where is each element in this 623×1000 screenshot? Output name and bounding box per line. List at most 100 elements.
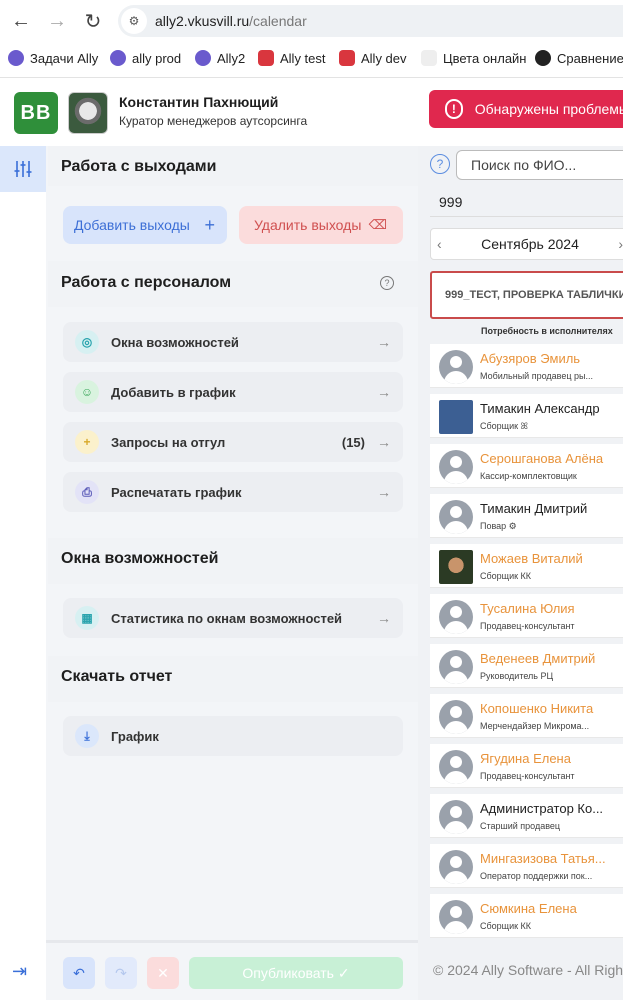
eraser-icon: ⌫ bbox=[368, 217, 387, 232]
employee-name: Мингазизова Татья... bbox=[480, 851, 606, 866]
chevron-left-icon[interactable]: ‹ bbox=[437, 236, 442, 252]
avatar bbox=[439, 550, 473, 584]
staff-action-label: Запросы на отгул bbox=[111, 434, 226, 450]
needs-label: Потребность в исполнителях bbox=[481, 326, 613, 336]
sliders-icon[interactable] bbox=[0, 146, 46, 192]
bookmark-item[interactable]: Ally2 bbox=[195, 47, 245, 69]
ally-icon bbox=[195, 50, 211, 66]
bookmark-item[interactable]: Сравнение т bbox=[535, 47, 623, 69]
employee-row[interactable]: Тимакин Дмитрий Повар ⚙ bbox=[430, 494, 623, 538]
store-card[interactable]: 999_ТЕСТ, ПРОВЕРКА ТАБЛИЧКИ bbox=[430, 271, 623, 319]
staff-action-label: Окна возможностей bbox=[111, 334, 239, 350]
undo-button[interactable]: ↶ bbox=[63, 957, 95, 989]
windows-statistics-label: Статистика по окнам возможностей bbox=[111, 610, 343, 626]
avatar bbox=[439, 350, 473, 384]
site-info-icon[interactable]: ⚙ bbox=[121, 8, 147, 34]
forward-icon[interactable]: → bbox=[42, 6, 72, 36]
section-title-staff: Работа с персоналом bbox=[61, 274, 232, 291]
employee-role: Продавец-консультант bbox=[480, 771, 575, 781]
bookmark-item[interactable]: ally prod bbox=[110, 47, 181, 69]
warning-icon: ! bbox=[445, 99, 463, 119]
alert-label: Обнаружены проблемы bbox=[474, 101, 623, 117]
bookmark-item[interactable]: Ally dev bbox=[339, 47, 407, 69]
employee-row[interactable]: Можаев ВиталийСборщик КК2 bbox=[430, 544, 623, 588]
employee-row[interactable]: Администратор Ко... Старший продавец bbox=[430, 794, 623, 838]
avatar bbox=[439, 650, 473, 684]
problems-alert-button[interactable]: ! Обнаружены проблемы bbox=[429, 90, 623, 128]
bookmark-item[interactable]: Задачи Ally bbox=[8, 47, 98, 69]
chevron-right-icon[interactable]: › bbox=[618, 236, 623, 252]
avatar bbox=[439, 700, 473, 734]
employee-row[interactable]: Тусалина Юлия Продавец-консультант bbox=[430, 594, 623, 638]
bookmark-item[interactable]: Ally test bbox=[258, 47, 326, 69]
bookmark-item[interactable]: Цвета онлайн bbox=[421, 47, 527, 69]
employee-row[interactable]: Абузяров Эмиль Мобильный продавец ры... bbox=[430, 344, 623, 388]
section-title-windows: Окна возможностей bbox=[61, 550, 219, 567]
redo-button[interactable]: ↷ bbox=[105, 957, 137, 989]
avatar[interactable] bbox=[68, 92, 108, 134]
avatar bbox=[439, 750, 473, 784]
ally-icon bbox=[8, 50, 24, 66]
staff-action-item[interactable]: + Запросы на отгул (15) → bbox=[63, 422, 403, 462]
address-bar[interactable]: ⚙ ally2.vkusvill.ru/calendar bbox=[118, 5, 623, 37]
lifebuoy-icon: ◎ bbox=[75, 330, 99, 354]
delete-shifts-label: Удалить выходы bbox=[254, 217, 362, 233]
employee-row[interactable]: Копошенко Никита Мерчендайзер Микрома... bbox=[430, 694, 623, 738]
reload-icon[interactable]: ↻ bbox=[78, 6, 108, 36]
bookmark-label: Ally test bbox=[280, 50, 326, 66]
printer-icon: ⎙ bbox=[75, 480, 99, 504]
employee-name: Тимакин Александр bbox=[480, 401, 600, 416]
employee-row[interactable]: Тимакин Александр Сборщик ꕤ bbox=[430, 394, 623, 438]
staff-action-item[interactable]: ⎙ Распечатать график → bbox=[63, 472, 403, 512]
employee-row[interactable]: Ягудина ЕленаПродавец-консультант1 bbox=[430, 744, 623, 788]
staff-action-item[interactable]: ☺ Добавить в график → bbox=[63, 372, 403, 412]
staff-action-item[interactable]: ◎ Окна возможностей → bbox=[63, 322, 403, 362]
left-rail: ⇥ bbox=[0, 146, 46, 1000]
plus-icon: + bbox=[204, 214, 215, 235]
user-icon: ☺ bbox=[75, 380, 99, 404]
employee-role: Руководитель РЦ bbox=[480, 671, 554, 681]
cancel-button[interactable]: ✕ bbox=[147, 957, 179, 989]
bookmark-label: Задачи Ally bbox=[30, 50, 99, 66]
employee-row[interactable]: Серошганова Алёна Кассир-комплектовщик bbox=[430, 444, 623, 488]
actions-panel: Работа с выходами Добавить выходы + Удал… bbox=[46, 146, 418, 1000]
avatar bbox=[439, 500, 473, 534]
employee-row[interactable]: Сюмкина ЕленаСборщик КК1 bbox=[430, 894, 623, 938]
logout-icon[interactable]: ⇥ bbox=[12, 961, 27, 982]
app-header: BB Константин Пахнющий Куратор менеджеро… bbox=[0, 78, 623, 146]
plus-icon: + bbox=[75, 430, 99, 454]
delete-shifts-button[interactable]: Удалить выходы ⌫ bbox=[239, 206, 403, 244]
bookmark-label: Ally dev bbox=[361, 50, 407, 66]
download-schedule-item[interactable]: ⤓ График bbox=[63, 716, 403, 756]
windows-statistics-item[interactable]: ▦ Статистика по окнам возможностей → bbox=[63, 598, 403, 638]
avatar bbox=[439, 450, 473, 484]
add-shifts-button[interactable]: Добавить выходы + bbox=[63, 206, 227, 244]
back-icon[interactable]: ← bbox=[6, 6, 36, 36]
help-icon[interactable]: ? bbox=[430, 154, 450, 174]
divider bbox=[430, 216, 623, 217]
employee-role: Повар ⚙ bbox=[480, 521, 517, 531]
download-schedule-label: График bbox=[111, 728, 159, 744]
arrow-right-icon: → bbox=[377, 610, 391, 626]
employee-row[interactable]: Мингазизова Татья... Оператор поддержки п… bbox=[430, 844, 623, 888]
employee-role: Продавец-консультант bbox=[480, 621, 575, 631]
store-filter-value[interactable]: 999 bbox=[439, 194, 462, 210]
bb-icon bbox=[339, 50, 355, 66]
employee-row[interactable]: Веденеев Дмитрий Руководитель РЦ bbox=[430, 644, 623, 688]
help-icon[interactable]: ? bbox=[380, 276, 394, 290]
app-logo[interactable]: BB bbox=[14, 92, 58, 134]
employee-role: Сборщик КК bbox=[480, 571, 532, 581]
download-file-icon: ⤓ bbox=[75, 724, 99, 748]
bottom-action-bar: ↶ ↷ ✕ Опубликовать ✓ bbox=[46, 940, 418, 1000]
employee-name: Абузяров Эмиль bbox=[480, 351, 581, 366]
search-input[interactable]: Поиск по ФИО... bbox=[456, 150, 623, 180]
employee-name: Копошенко Никита bbox=[480, 701, 594, 716]
employee-role: Сборщик КК bbox=[480, 921, 532, 931]
employee-role: Мерчендайзер Микрома... bbox=[480, 721, 590, 731]
staff-action-label: Распечатать график bbox=[111, 484, 242, 500]
bookmark-label: ally prod bbox=[132, 50, 182, 66]
publish-button[interactable]: Опубликовать ✓ bbox=[189, 957, 403, 989]
bookmark-label: Цвета онлайн bbox=[443, 50, 527, 66]
count-badge: (15) bbox=[341, 434, 365, 450]
employee-role: Оператор поддержки пок... bbox=[480, 871, 593, 881]
